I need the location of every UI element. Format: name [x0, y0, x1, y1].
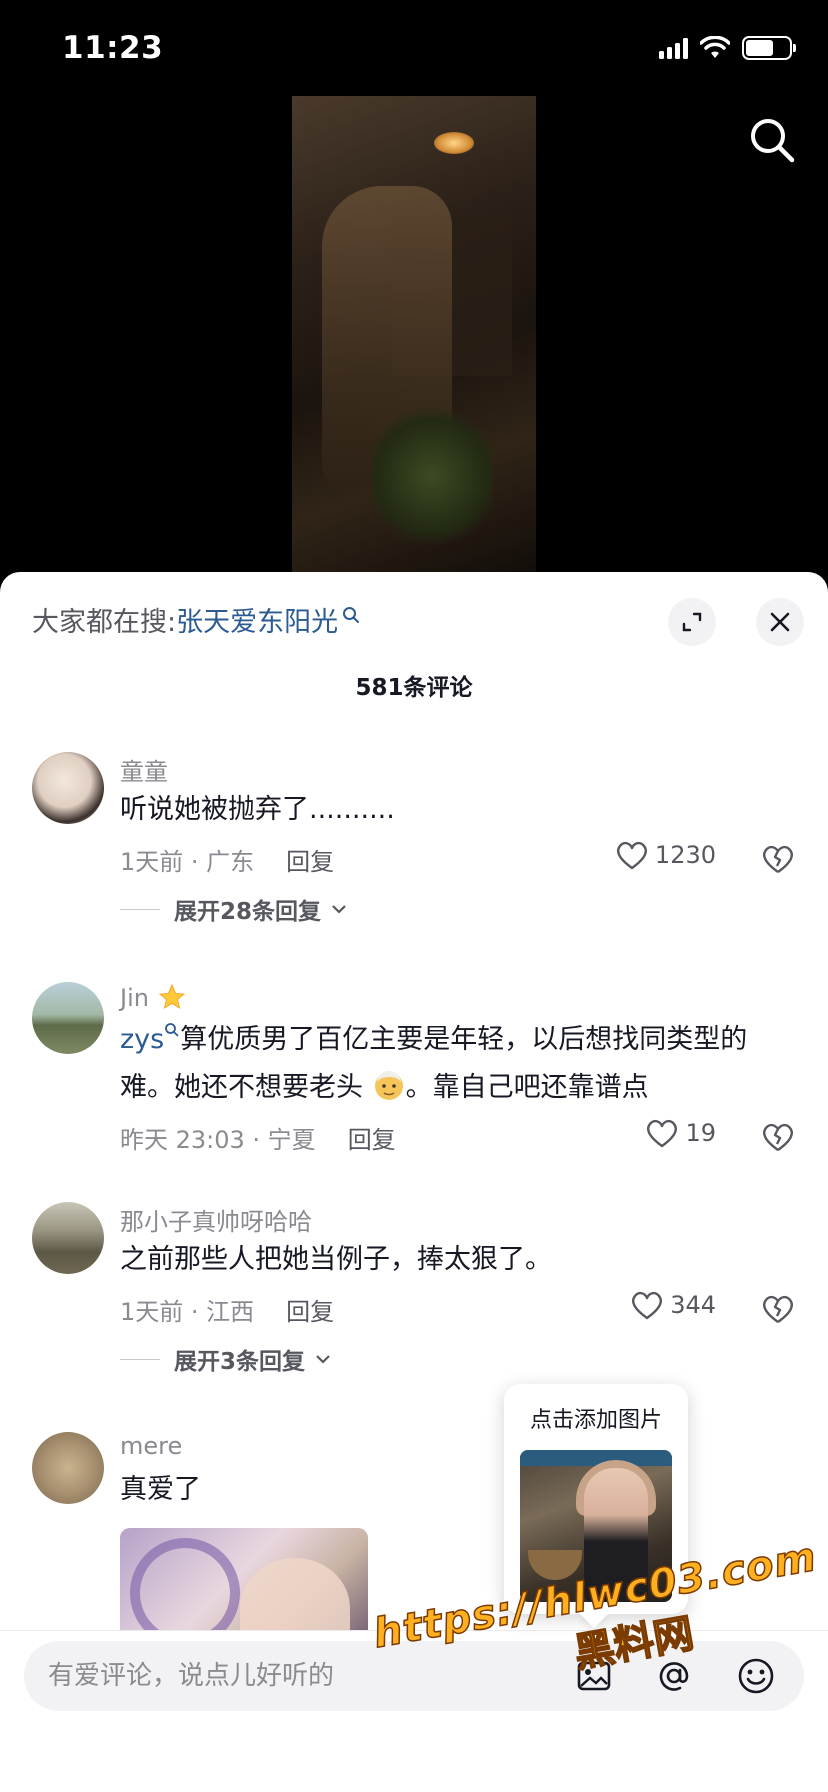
- comment-text[interactable]: 之前那些人把她当例子，捧太狠了。: [120, 1236, 790, 1284]
- like-button[interactable]: 1230: [615, 840, 716, 870]
- comment-username[interactable]: 那小子真帅呀哈哈: [120, 1202, 312, 1237]
- avatar[interactable]: [32, 1432, 104, 1504]
- at-icon[interactable]: [654, 1656, 694, 1696]
- search-icon: [343, 606, 360, 623]
- picture-icon[interactable]: [574, 1656, 614, 1696]
- comment-text-part: 。靠自己吧还靠谱点: [405, 1072, 649, 1103]
- comment-meta: 昨天 23:03 · 宁夏 回复: [120, 1120, 396, 1155]
- like-count: 19: [685, 1119, 716, 1147]
- reply-button[interactable]: 回复: [286, 1298, 334, 1326]
- comment-text[interactable]: 听说她被抛弃了..........: [120, 786, 790, 834]
- hot-search-keyword[interactable]: 张天爱东阳光: [176, 600, 338, 639]
- reply-button[interactable]: 回复: [348, 1126, 396, 1154]
- expand-replies-button[interactable]: 展开28条回复: [120, 892, 347, 926]
- close-icon: [770, 612, 790, 632]
- like-count: 1230: [654, 841, 716, 869]
- divider: [120, 908, 160, 910]
- comment-username[interactable]: 童童: [120, 752, 168, 787]
- video-frame: [292, 96, 536, 576]
- search-icon: [165, 1023, 179, 1037]
- broken-heart-icon[interactable]: [760, 1290, 796, 1326]
- divider: [120, 1358, 160, 1360]
- comment-time-location: 1天前 · 广东: [120, 848, 255, 876]
- cellular-signal-icon: [659, 37, 688, 59]
- avatar[interactable]: [32, 752, 104, 824]
- close-button[interactable]: [756, 598, 804, 646]
- expand-replies-label: 展开28条回复: [174, 899, 322, 925]
- like-button[interactable]: 19: [645, 1118, 716, 1148]
- status-time: 11:23: [62, 30, 164, 66]
- comment-time-location: 昨天 23:03 · 宁夏: [120, 1126, 316, 1154]
- expand-icon: [682, 612, 702, 632]
- star-badge-icon: [158, 983, 185, 1010]
- heart-icon: [632, 1291, 663, 1320]
- hot-search-bar[interactable]: 大家都在搜: 张天爱东阳光: [32, 600, 360, 639]
- expand-replies-label: 展开3条回复: [174, 1349, 306, 1375]
- sheet-header: 大家都在搜: 张天爱东阳光 581条评论: [0, 572, 828, 701]
- comment-time-location: 1天前 · 江西: [120, 1298, 255, 1326]
- comment-input-bar: [0, 1630, 828, 1792]
- comment-item: 那小子真帅呀哈哈 之前那些人把她当例子，捧太狠了。 1天前 · 江西 回复 344…: [0, 1202, 828, 1382]
- status-bar: 11:23: [0, 0, 828, 96]
- comment-item: mere 真爱了: [0, 1432, 828, 1648]
- chevron-down-icon: [316, 1355, 330, 1364]
- avatar[interactable]: [32, 982, 104, 1054]
- comment-meta: 1天前 · 江西 回复: [120, 1292, 334, 1327]
- comment-item: Jin zys 算优质男了百亿主要是年轻，以后想找同类型的难。她还不想要老头 。靠…: [0, 982, 828, 1155]
- like-button[interactable]: 344: [630, 1290, 716, 1320]
- chevron-down-icon: [332, 905, 346, 914]
- heart-icon: [647, 1119, 678, 1148]
- comment-text[interactable]: zys 算优质男了百亿主要是年轻，以后想找同类型的难。她还不想要老头 。靠自己吧还…: [120, 1016, 790, 1112]
- emoji-icon[interactable]: [736, 1656, 776, 1696]
- hot-search-label: 大家都在搜:: [32, 607, 177, 638]
- like-count: 344: [670, 1291, 716, 1319]
- old-man-emoji-icon: [374, 1071, 403, 1100]
- comment-username-text: Jin: [120, 984, 149, 1012]
- mention-link[interactable]: zys: [120, 1024, 164, 1055]
- comment-input[interactable]: [48, 1641, 528, 1711]
- comment-count: 581条评论: [355, 675, 473, 701]
- expand-button[interactable]: [668, 598, 716, 646]
- comment-text[interactable]: 真爱了: [120, 1466, 790, 1514]
- wifi-icon: [700, 36, 730, 58]
- comment-username[interactable]: mere: [120, 1432, 182, 1460]
- comment-sheet: 大家都在搜: 张天爱东阳光 581条评论 童童 听说她被抛弃了.........…: [0, 572, 828, 1792]
- comment-item: 童童 听说她被抛弃了.......... 1天前 · 广东 回复 1230 展开2…: [0, 752, 828, 962]
- comment-username[interactable]: Jin: [120, 982, 187, 1012]
- avatar[interactable]: [32, 1202, 104, 1274]
- broken-heart-icon[interactable]: [760, 840, 796, 876]
- search-icon[interactable]: [746, 114, 798, 166]
- video-player[interactable]: [0, 96, 828, 576]
- popover-title: 点击添加图片: [529, 1408, 662, 1433]
- battery-icon: [742, 36, 796, 60]
- comment-input-box: [24, 1641, 804, 1711]
- suggested-picture-thumbnail[interactable]: [520, 1450, 672, 1602]
- heart-icon: [616, 841, 647, 870]
- broken-heart-icon[interactable]: [760, 1118, 796, 1154]
- expand-replies-button[interactable]: 展开3条回复: [120, 1342, 331, 1376]
- status-icons: [659, 36, 796, 60]
- comment-meta: 1天前 · 广东 回复: [120, 842, 334, 877]
- add-picture-popover: 点击添加图片: [504, 1384, 688, 1614]
- reply-button[interactable]: 回复: [286, 848, 334, 876]
